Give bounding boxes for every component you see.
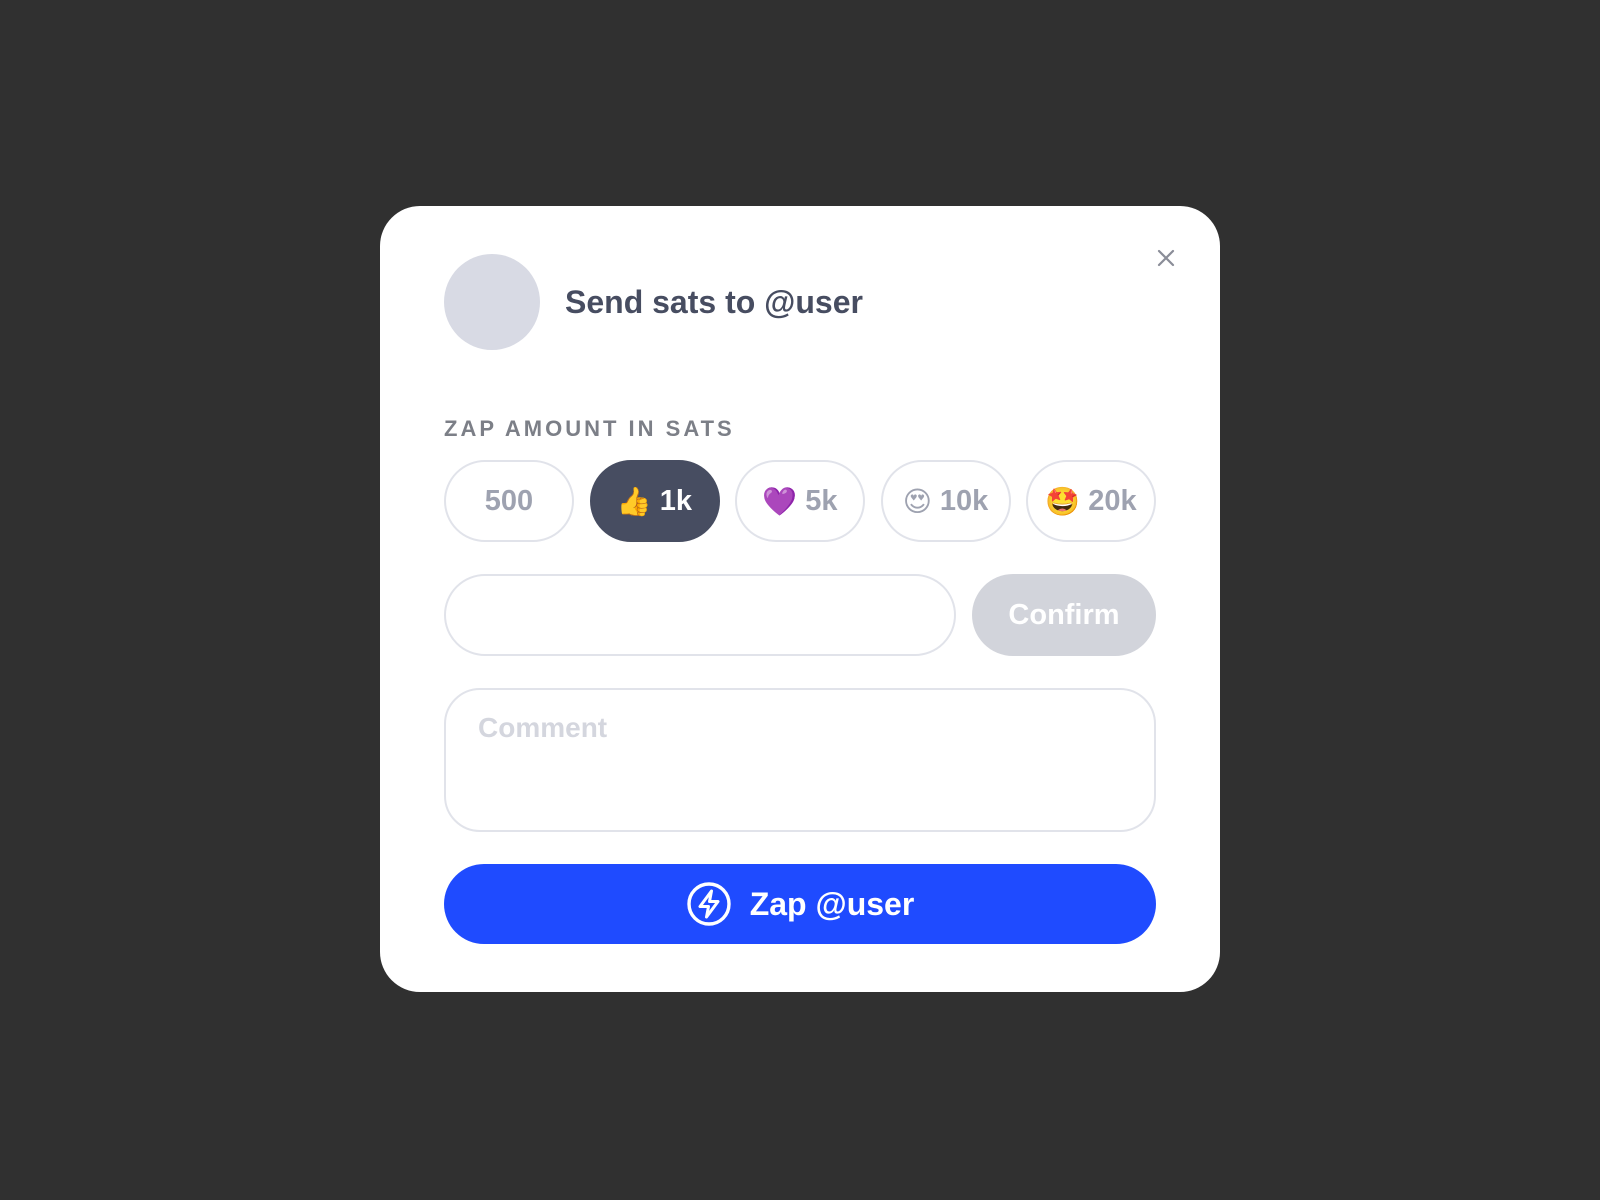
custom-amount-row: Confirm bbox=[444, 574, 1156, 656]
amount-option-10k[interactable]: 😍 10k bbox=[880, 460, 1011, 542]
custom-amount-input[interactable] bbox=[444, 574, 956, 656]
heart-eyes-icon: 😍 bbox=[902, 485, 932, 517]
amount-option-20k[interactable]: 🤩 20k bbox=[1026, 460, 1156, 542]
confirm-button[interactable]: Confirm bbox=[972, 574, 1156, 656]
comment-field[interactable] bbox=[444, 688, 1156, 832]
amount-option-1k[interactable]: 👍 1k bbox=[589, 460, 720, 542]
close-button[interactable] bbox=[1148, 240, 1184, 276]
amount-label: 20k bbox=[1088, 484, 1137, 517]
star-struck-icon: 🤩 bbox=[1045, 485, 1081, 517]
close-icon bbox=[1157, 249, 1175, 267]
modal-header: Send sats to @user bbox=[444, 254, 863, 350]
thumbs-up-icon: 👍 bbox=[616, 485, 652, 517]
zap-user-button[interactable]: Zap @user bbox=[444, 864, 1156, 944]
purple-heart-icon: 💜 bbox=[762, 485, 798, 517]
amount-label: 500 bbox=[484, 484, 534, 517]
amount-label: 1k bbox=[659, 484, 693, 517]
zap-modal: Send sats to @user ZAP AMOUNT IN SATS 50… bbox=[380, 206, 1220, 992]
avatar bbox=[444, 254, 540, 350]
lightning-icon bbox=[686, 881, 732, 927]
amount-options: 500 👍 1k 💜 5k 😍 10k 🤩 20k bbox=[444, 460, 1156, 542]
zap-button-label: Zap @user bbox=[749, 885, 915, 922]
modal-title: Send sats to @user bbox=[565, 283, 863, 320]
zap-amount-label: ZAP AMOUNT IN SATS bbox=[444, 416, 735, 441]
amount-label: 10k bbox=[939, 484, 989, 517]
amount-label: 5k bbox=[805, 484, 838, 517]
amount-option-5k[interactable]: 💜 5k bbox=[735, 460, 865, 542]
amount-option-500[interactable]: 500 bbox=[444, 460, 574, 542]
